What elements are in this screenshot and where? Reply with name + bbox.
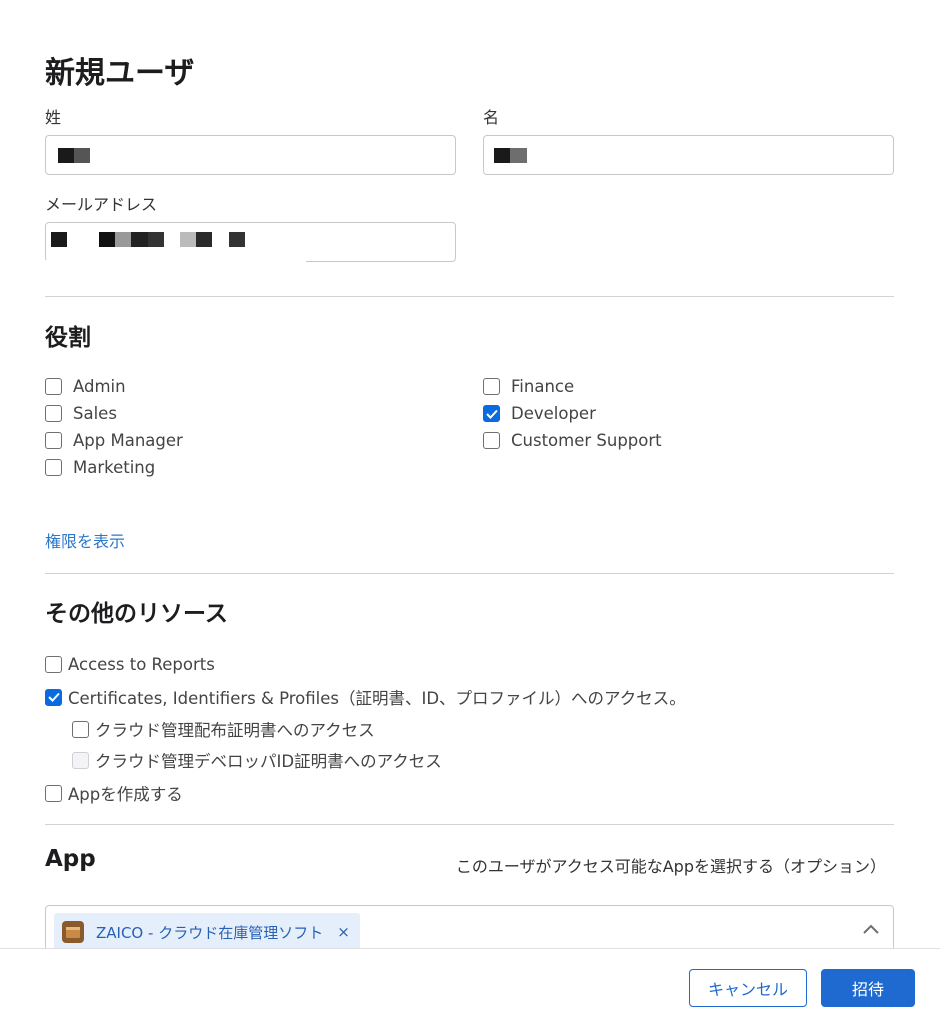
role-label: App Manager xyxy=(73,431,183,450)
role-finance-checkbox[interactable]: Finance xyxy=(483,377,574,396)
role-marketing-checkbox[interactable]: Marketing xyxy=(45,458,155,477)
resources-title: その他のリソース xyxy=(45,601,228,627)
role-customer-support-checkbox[interactable]: Customer Support xyxy=(483,431,662,450)
role-label: Customer Support xyxy=(511,431,662,450)
footer-bar: キャンセル 招待 xyxy=(0,948,940,1023)
remove-app-button[interactable]: × xyxy=(337,923,350,941)
divider xyxy=(45,296,894,297)
divider xyxy=(45,824,894,825)
redacted-value xyxy=(494,148,527,163)
cancel-button[interactable]: キャンセル xyxy=(689,969,807,1007)
redacted-value xyxy=(58,148,90,163)
role-sales-checkbox[interactable]: Sales xyxy=(45,404,117,423)
first-name-input[interactable] xyxy=(483,135,894,175)
first-name-label: 名 xyxy=(483,108,500,127)
role-label: Finance xyxy=(511,377,575,396)
chevron-up-icon[interactable] xyxy=(861,920,881,940)
selected-app-label: ZAICO - クラウド在庫管理ソフト xyxy=(96,923,324,942)
page-title: 新規ユーザ xyxy=(45,56,195,91)
roles-title: 役割 xyxy=(45,325,91,351)
cloud-developer-id-cert-checkbox: クラウド管理デベロッパID証明書へのアクセス xyxy=(72,748,442,772)
email-label: メールアドレス xyxy=(45,195,158,214)
role-developer-checkbox[interactable]: Developer xyxy=(483,404,596,423)
checkbox-icon xyxy=(483,432,500,449)
checkbox-checked-icon xyxy=(483,405,500,422)
resource-label: Certificates, Identifiers & Profiles（証明書… xyxy=(68,689,686,708)
selected-app-chip: ZAICO - クラウド在庫管理ソフト × xyxy=(54,913,360,951)
role-admin-checkbox[interactable]: Admin xyxy=(45,377,126,396)
checkbox-checked-icon xyxy=(45,688,62,706)
box-icon xyxy=(62,921,84,943)
cloud-distribution-cert-checkbox[interactable]: クラウド管理配布証明書へのアクセス xyxy=(72,717,375,741)
checkbox-icon xyxy=(45,656,62,673)
checkbox-icon xyxy=(45,405,62,422)
access-reports-checkbox[interactable]: Access to Reports xyxy=(45,655,215,674)
resource-label: Access to Reports xyxy=(68,655,215,674)
checkbox-icon xyxy=(45,784,62,802)
create-app-checkbox[interactable]: Appを作成する xyxy=(45,781,183,805)
role-label: Developer xyxy=(511,404,596,423)
input-mask xyxy=(46,260,306,263)
role-app-manager-checkbox[interactable]: App Manager xyxy=(45,431,183,450)
show-permissions-link[interactable]: 権限を表示 xyxy=(45,528,125,552)
role-label: Marketing xyxy=(73,458,156,477)
checkbox-icon xyxy=(45,459,62,476)
email-input[interactable] xyxy=(45,222,456,263)
resource-label: Appを作成する xyxy=(68,785,183,804)
role-label: Sales xyxy=(73,404,117,423)
resource-label: クラウド管理デベロッパID証明書へのアクセス xyxy=(95,752,442,771)
divider xyxy=(45,573,894,574)
checkbox-icon xyxy=(45,378,62,395)
apps-hint: このユーザがアクセス可能なAppを選択する（オプション） xyxy=(455,857,886,876)
checkbox-icon xyxy=(483,378,500,395)
last-name-label: 姓 xyxy=(45,108,62,127)
invite-button[interactable]: 招待 xyxy=(821,969,915,1007)
last-name-input[interactable] xyxy=(45,135,456,175)
checkbox-icon xyxy=(45,432,62,449)
redacted-value xyxy=(51,232,245,247)
checkbox-icon xyxy=(72,720,89,738)
role-label: Admin xyxy=(73,377,126,396)
certificates-checkbox[interactable]: Certificates, Identifiers & Profiles（証明書… xyxy=(45,685,686,709)
checkbox-disabled-icon xyxy=(72,751,89,769)
apps-title: App xyxy=(45,846,96,872)
resource-label: クラウド管理配布証明書へのアクセス xyxy=(95,721,375,740)
